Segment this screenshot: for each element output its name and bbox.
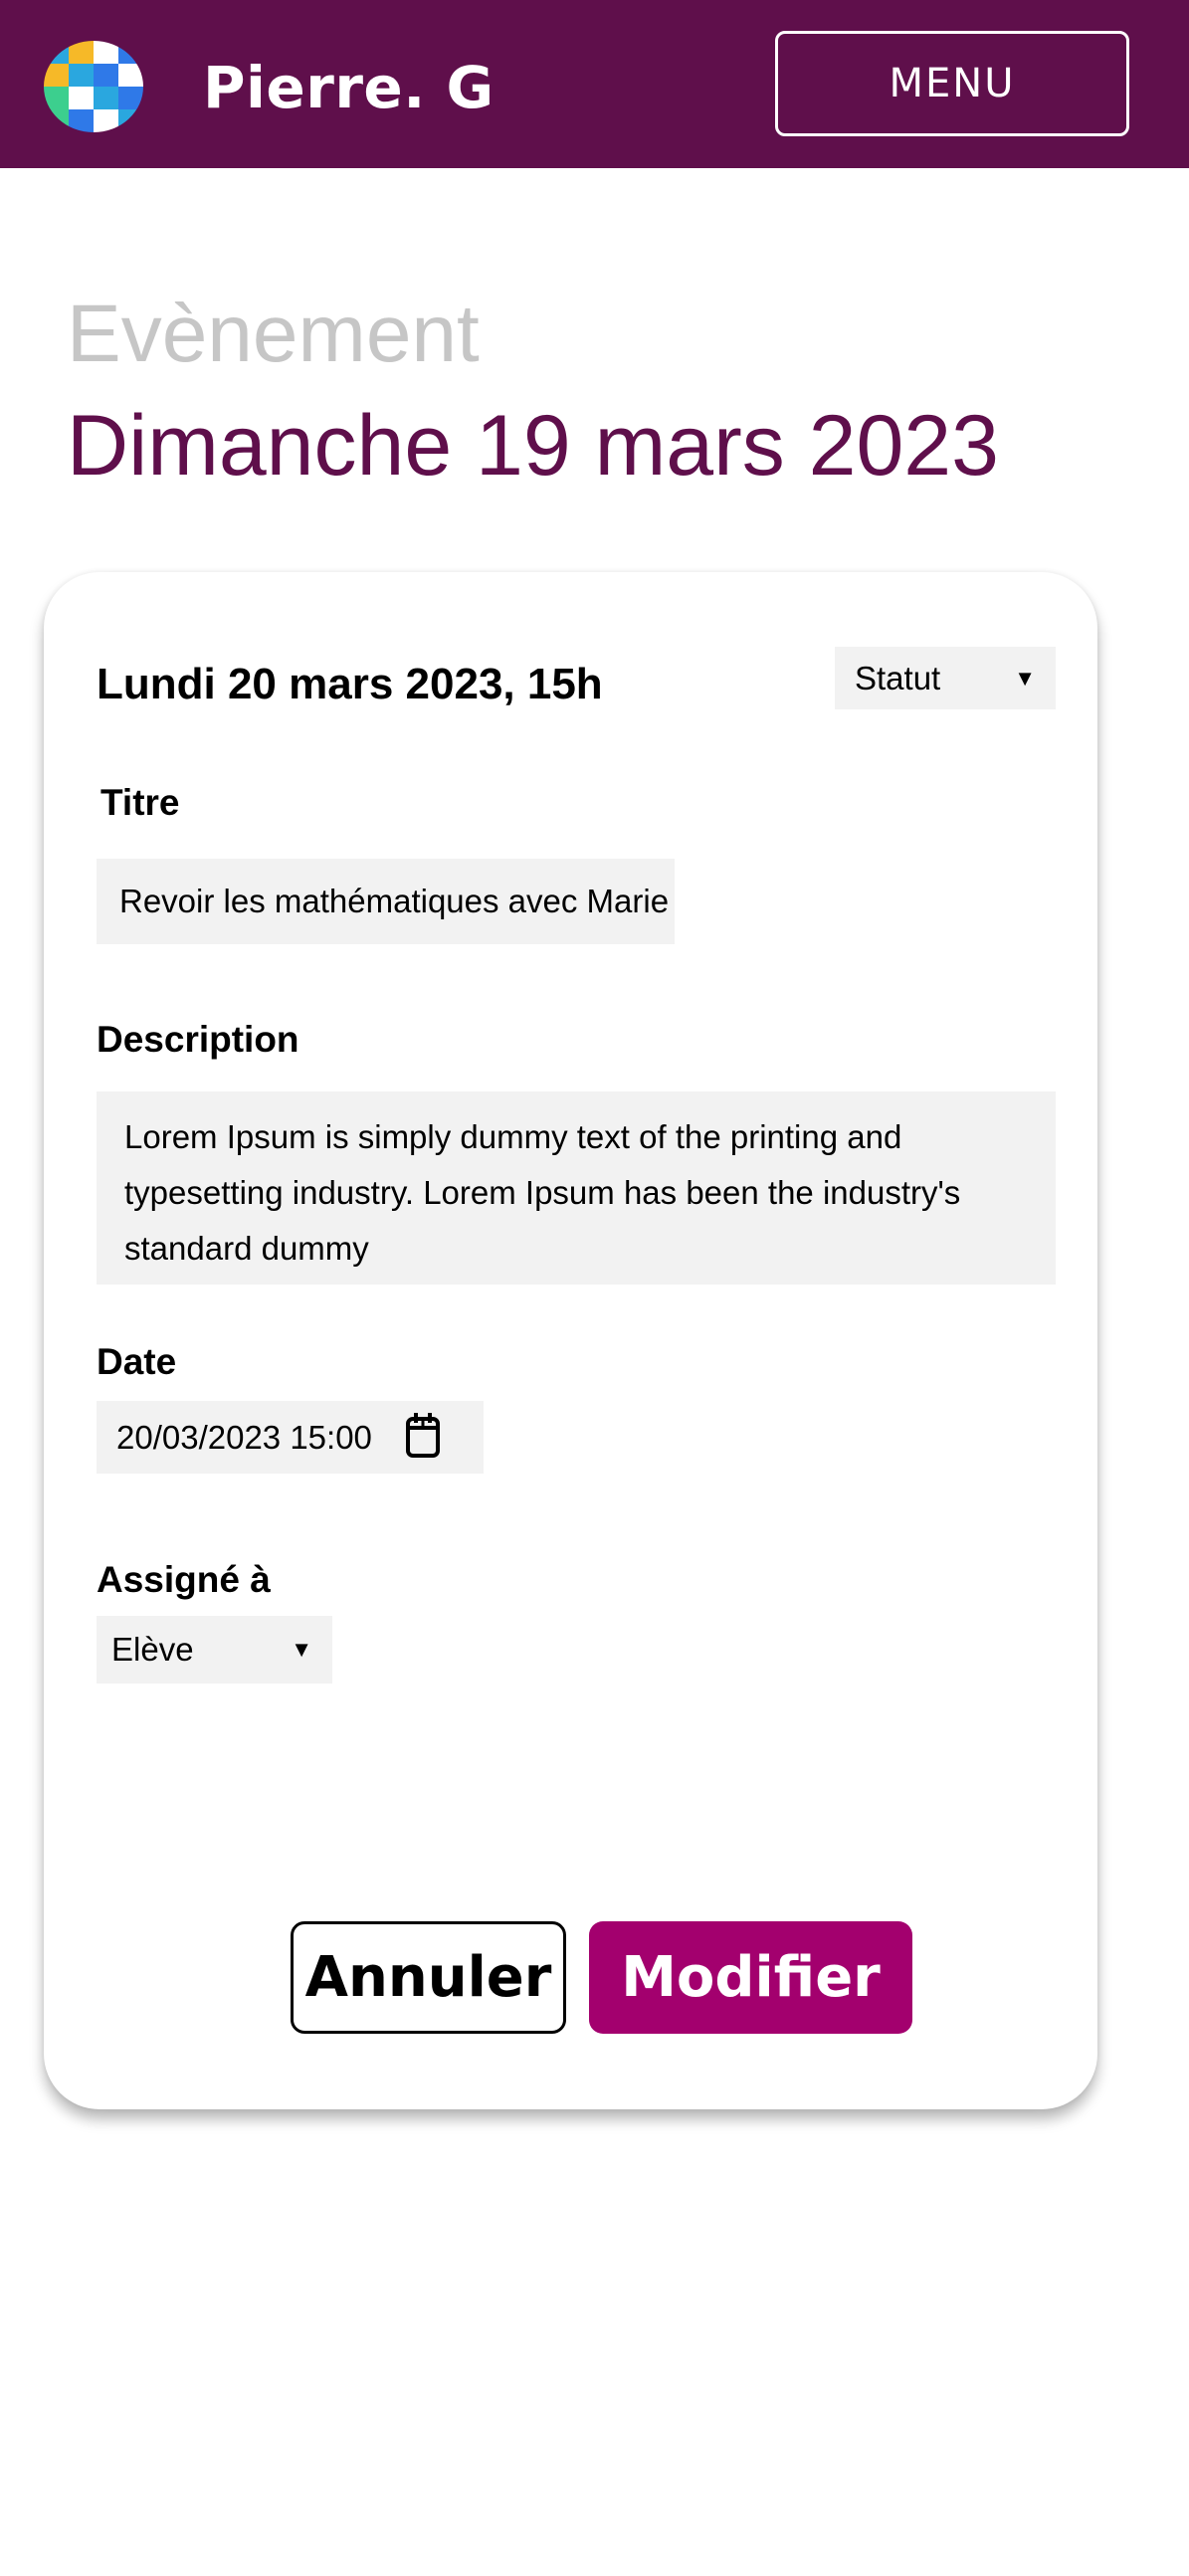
- user-name: Pierre. G: [203, 54, 495, 121]
- page-date-heading: Dimanche 19 mars 2023: [67, 398, 999, 494]
- triangle-down-icon: ▼: [1014, 665, 1036, 691]
- assigned-label: Assigné à: [97, 1559, 271, 1600]
- title-label: Titre: [100, 782, 180, 823]
- event-datetime: Lundi 20 mars 2023, 15h: [97, 660, 603, 708]
- calendar-icon[interactable]: [405, 1411, 441, 1467]
- status-select-value: Statut: [855, 659, 941, 696]
- assigned-select-value: Elève: [111, 1631, 194, 1668]
- section-label: Evènement: [67, 289, 480, 379]
- cancel-button[interactable]: Annuler: [291, 1921, 566, 2034]
- status-select[interactable]: Statut ▼: [835, 647, 1056, 709]
- date-input[interactable]: 20/03/2023 15:00: [97, 1401, 484, 1474]
- app-logo-icon[interactable]: [44, 41, 143, 132]
- description-textarea[interactable]: Lorem Ipsum is simply dummy text of the …: [97, 1091, 1056, 1285]
- menu-button[interactable]: MENU: [775, 31, 1129, 136]
- date-input-value: 20/03/2023 15:00: [116, 1418, 372, 1456]
- title-input[interactable]: Revoir les mathématiques avec Marie: [97, 859, 675, 944]
- triangle-down-icon: ▼: [291, 1637, 312, 1662]
- date-label: Date: [97, 1341, 177, 1382]
- modify-button[interactable]: Modifier: [589, 1921, 912, 2034]
- assigned-select[interactable]: Elève ▼: [97, 1616, 332, 1684]
- description-label: Description: [97, 1019, 299, 1060]
- event-card: [44, 572, 1097, 2109]
- app-header: Pierre. G MENU: [0, 0, 1189, 168]
